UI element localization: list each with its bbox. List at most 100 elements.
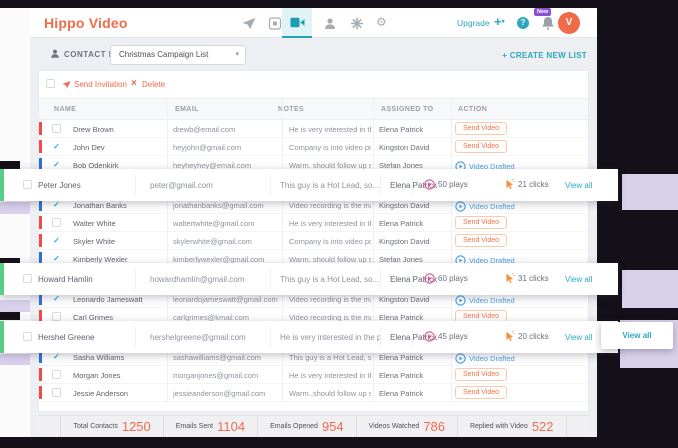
- clicks-count: 21 clicks: [518, 180, 549, 189]
- left-gutter: [0, 8, 30, 437]
- view-all-popout[interactable]: View all: [601, 322, 673, 349]
- table-row[interactable]: Jessie Anderson jessieanderson@gmail.com…: [39, 384, 588, 402]
- table-row[interactable]: ✓ Skyler White skylerwhite@gmail.com Com…: [39, 232, 588, 250]
- upgrade-link[interactable]: Upgrade: [457, 18, 490, 28]
- stat-value: 1250: [122, 419, 151, 434]
- action-cell: Send Video: [455, 234, 585, 247]
- clicks-metric: 31 clicks: [505, 273, 549, 284]
- contact-assigned-to: Elena Patrick: [379, 371, 449, 380]
- view-all-link[interactable]: View all: [565, 275, 592, 284]
- stat-label: Replied with Video: [470, 423, 528, 430]
- plays-count: 50 plays: [438, 180, 468, 189]
- table-row[interactable]: ✓ John Dev heyjohn@gmail.com Company is …: [39, 138, 588, 156]
- row-checkbox[interactable]: ✓: [52, 352, 61, 361]
- row-status-stripe: [39, 122, 42, 135]
- contact-name: Jonathan Banks: [73, 201, 163, 210]
- contact-name: Leonardo Jameswatt: [73, 295, 163, 304]
- contact-assigned-to: Kingston David: [379, 295, 449, 304]
- hippo-video-logo: Hippo Video: [44, 15, 128, 31]
- contact-assigned-to: Elena Patrick: [379, 353, 449, 362]
- background-lavender-stub: [0, 202, 30, 214]
- send-video-button[interactable]: Send Video: [455, 234, 507, 247]
- row-status-stripe: [39, 368, 42, 381]
- screenshot-root: Hippo Video ⚙ Upgrade +▾ ? New V CONTACT…: [0, 0, 678, 448]
- row-checkbox[interactable]: ✓: [52, 200, 61, 209]
- contact-notes: This guy is a Hot Lead, so...: [280, 275, 382, 284]
- highlighted-contact-row[interactable]: Hershel Greene hershelgreene@gmail.com H…: [0, 321, 618, 353]
- contact-name: John Dev: [73, 143, 163, 152]
- send-video-button[interactable]: Send Video: [455, 386, 507, 399]
- send-video-button[interactable]: Send Video: [455, 216, 507, 229]
- action-cell: Send Video: [455, 122, 585, 135]
- video-drafted-status: Video Drafted: [455, 295, 515, 306]
- campaign-list-dropdown[interactable]: Christmas Campaign List▾: [110, 45, 246, 65]
- table-row[interactable]: Drew Brown drewb@email.com He is very in…: [39, 120, 588, 138]
- add-new-button[interactable]: +▾: [494, 14, 505, 29]
- contact-email: morganjones@gmail.com: [173, 371, 279, 380]
- record-icon[interactable]: [268, 17, 282, 30]
- new-badge: New: [534, 8, 551, 16]
- send-icon[interactable]: [242, 17, 256, 30]
- row-checkbox[interactable]: ✓: [52, 160, 61, 169]
- click-cursor-icon: [505, 179, 515, 190]
- send-video-button[interactable]: Send Video: [455, 122, 507, 135]
- notification-bell-icon[interactable]: [542, 16, 554, 30]
- highlighted-contact-row[interactable]: Howard Hamlin howardhamlin@gmail.com Thi…: [0, 263, 618, 295]
- row-checkbox[interactable]: ✓: [52, 294, 61, 303]
- table-toolbar: Send Invitation × Delete: [39, 71, 588, 98]
- contact-notes: Company is into video produ...: [289, 143, 371, 152]
- contact-table-card: Send Invitation × Delete NAME EMAIL NOTE…: [38, 70, 589, 412]
- table-row[interactable]: Morgan Jones morganjones@gmail.com He is…: [39, 366, 588, 384]
- click-cursor-icon: [505, 273, 515, 284]
- row-checkbox[interactable]: [52, 370, 61, 379]
- column-divider: [380, 326, 381, 348]
- row-checkbox[interactable]: [23, 274, 32, 283]
- contact-assigned-to: Kingston David: [379, 201, 449, 210]
- row-checkbox[interactable]: [52, 218, 61, 227]
- user-avatar[interactable]: V: [558, 12, 580, 34]
- row-checkbox[interactable]: ✓: [52, 142, 61, 151]
- row-checkbox[interactable]: ✓: [52, 254, 61, 263]
- send-video-button[interactable]: Send Video: [455, 140, 507, 153]
- view-all-link[interactable]: View all: [565, 181, 592, 190]
- highlighted-contact-row[interactable]: Peter Jones peter@gmail.com This guy is …: [0, 169, 618, 201]
- contact-assigned-to: Elena Patrick: [379, 125, 449, 134]
- contact-email: jonathanbanks@gmail.com: [173, 201, 279, 210]
- row-checkbox[interactable]: [52, 124, 61, 133]
- send-invitation-button[interactable]: Send Invitation: [74, 80, 127, 89]
- send-video-button[interactable]: Send Video: [455, 368, 507, 381]
- row-checkbox[interactable]: ✓: [52, 236, 61, 245]
- contact-email: heyjohn@gmail.com: [173, 143, 279, 152]
- settings-gear-icon[interactable]: ⚙: [376, 15, 390, 28]
- video-camera-icon: [290, 17, 305, 28]
- contact-email: drewb@email.com: [173, 125, 279, 134]
- contact-notes: Video recording is the mai...: [289, 295, 371, 304]
- clicks-count: 31 clicks: [518, 274, 549, 283]
- play-circle-icon: [424, 273, 435, 284]
- create-new-list-button[interactable]: + CREATE NEW LIST: [502, 51, 587, 60]
- contact-notes: He is very interested in the prod...: [289, 219, 371, 228]
- delete-button[interactable]: Delete: [142, 80, 165, 89]
- play-circle-icon: [424, 179, 435, 190]
- action-cell: Send Video: [455, 368, 585, 381]
- integrations-icon[interactable]: [350, 17, 364, 30]
- contact-email: hershelgreene@gmail.com: [150, 333, 246, 342]
- row-checkbox[interactable]: [52, 312, 61, 321]
- contacts-icon[interactable]: [323, 17, 337, 30]
- row-checkbox[interactable]: [52, 388, 61, 397]
- row-checkbox[interactable]: [23, 180, 32, 189]
- plays-count: 60 plays: [438, 274, 468, 283]
- video-camera-tab-active[interactable]: [282, 8, 312, 38]
- play-circle-icon: [424, 331, 435, 342]
- column-divider: [135, 326, 136, 348]
- footer-stat: Replied with Video 522: [458, 416, 567, 437]
- column-divider: [270, 268, 271, 290]
- contact-name: Howard Hamlin: [38, 275, 93, 284]
- table-row[interactable]: Walter White waltertwhite@gmail.com He i…: [39, 214, 588, 232]
- row-checkbox[interactable]: [23, 332, 32, 341]
- help-icon[interactable]: ?: [517, 17, 529, 29]
- stat-label: Emails Opened: [270, 423, 318, 430]
- contact-assigned-to: Kingston David: [379, 143, 449, 152]
- view-all-link[interactable]: View all: [565, 333, 592, 342]
- select-all-checkbox[interactable]: [46, 79, 55, 88]
